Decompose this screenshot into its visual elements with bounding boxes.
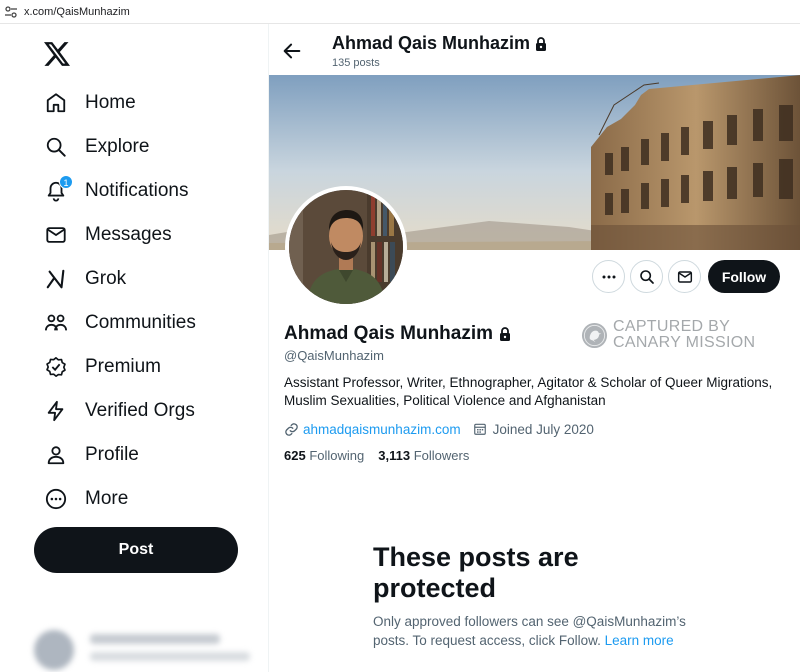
- nav-item-messages[interactable]: Messages: [44, 220, 172, 250]
- nav-item-label: Home: [85, 92, 136, 113]
- joined-date: Joined July 2020: [492, 421, 594, 437]
- calendar-icon: [473, 423, 486, 435]
- person-icon: [44, 443, 68, 467]
- website-link[interactable]: ahmadqaismunhazim.com: [303, 422, 461, 437]
- lock-icon: [536, 36, 547, 51]
- search-icon: [639, 269, 654, 284]
- learn-more-link[interactable]: Learn more: [605, 633, 674, 648]
- protected-posts-title: These posts are protected: [373, 542, 579, 603]
- canary-mission-watermark: CAPTURED BY CANARY MISSION: [581, 319, 755, 351]
- header-display-name: Ahmad Qais Munhazim: [332, 33, 547, 54]
- message-button[interactable]: [668, 260, 701, 293]
- watermark-line-1: CAPTURED BY: [613, 318, 731, 335]
- more-circle-icon: [44, 487, 68, 511]
- nav-item-label: Explore: [85, 136, 150, 157]
- notification-badge: 1: [59, 175, 73, 189]
- nav-item-label: Premium: [85, 356, 162, 377]
- watermark-line-2: CANARY MISSION: [613, 334, 756, 351]
- nav-item-premium[interactable]: Premium: [44, 352, 161, 382]
- nav-item-profile[interactable]: Profile: [44, 440, 139, 470]
- bell-icon: 1: [44, 175, 73, 203]
- profile-bio: Assistant Professor, Writer, Ethnographe…: [284, 375, 773, 408]
- browser-url-bar[interactable]: x.com/QaisMunhazim: [0, 0, 800, 24]
- following-link[interactable]: 625 Following: [284, 448, 364, 463]
- nav-item-explore[interactable]: Explore: [44, 132, 149, 162]
- nav-item-label: Messages: [85, 224, 172, 245]
- link-icon: [285, 422, 298, 436]
- nav-item-label: Communities: [85, 312, 196, 333]
- nav-item-home[interactable]: Home: [44, 88, 136, 118]
- envelope-icon: [677, 270, 692, 283]
- profile-header-bar: Ahmad Qais Munhazim 135 posts: [269, 24, 800, 75]
- site-settings-icon[interactable]: [4, 5, 18, 19]
- profile-display-name: Ahmad Qais Munhazim: [284, 323, 511, 345]
- nav-item-label: Profile: [85, 444, 139, 465]
- lightning-icon: [44, 399, 68, 423]
- premium-icon: [44, 355, 68, 379]
- more-horizontal-icon: [602, 275, 615, 278]
- account-switcher-blurred[interactable]: [34, 628, 254, 672]
- profile-handle: @QaisMunhazim: [284, 348, 384, 363]
- protected-posts-message: Only approved followers can see @QaisMun…: [373, 614, 686, 648]
- follow-stats: 625 Following 3,113 Followers: [284, 448, 469, 463]
- url-text[interactable]: x.com/QaisMunhazim: [24, 6, 130, 18]
- nav-item-label: More: [85, 488, 129, 509]
- grok-icon: [44, 267, 68, 291]
- left-navigation: Home Explore 1 Notifications Messages Gr…: [0, 24, 268, 672]
- followers-link[interactable]: 3,113 Followers: [378, 448, 469, 463]
- avatar: [34, 630, 74, 670]
- back-arrow-icon[interactable]: [281, 40, 303, 62]
- search-icon: [44, 135, 68, 159]
- envelope-icon: [44, 223, 68, 247]
- nav-item-more[interactable]: More: [44, 484, 128, 514]
- nav-item-label: Notifications: [85, 180, 189, 201]
- profile-main-column: Ahmad Qais Munhazim 135 posts Follow Ahm…: [268, 24, 800, 672]
- nav-item-label: Verified Orgs: [85, 400, 195, 421]
- home-icon: [44, 91, 68, 115]
- canary-seal-icon: [581, 322, 608, 348]
- nav-item-grok[interactable]: Grok: [44, 264, 126, 294]
- more-options-button[interactable]: [592, 260, 625, 293]
- people-icon: [44, 311, 68, 335]
- post-button[interactable]: Post: [34, 527, 238, 573]
- search-profile-button[interactable]: [630, 260, 663, 293]
- nav-item-notifications[interactable]: 1 Notifications: [44, 175, 189, 206]
- header-post-count: 135 posts: [332, 57, 380, 69]
- nav-item-label: Grok: [85, 268, 127, 289]
- profile-avatar[interactable]: [285, 186, 407, 308]
- nav-item-communities[interactable]: Communities: [44, 308, 196, 338]
- profile-meta: ahmadqaismunhazim.com Joined July 2020: [284, 420, 594, 438]
- nav-item-verified-orgs[interactable]: Verified Orgs: [44, 396, 195, 426]
- follow-button[interactable]: Follow: [708, 260, 780, 293]
- x-logo-icon[interactable]: [44, 42, 70, 66]
- lock-icon: [500, 327, 511, 341]
